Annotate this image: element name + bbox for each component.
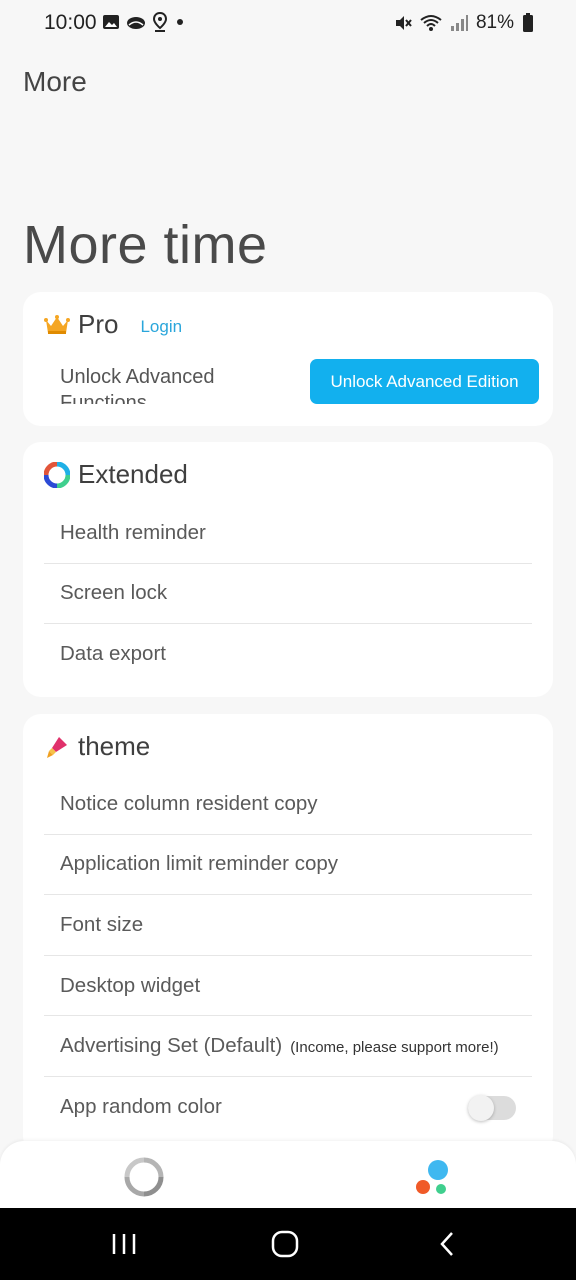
screen-lock-item[interactable]: Screen lock	[44, 564, 532, 625]
extended-card: Extended Health reminder Screen lock Dat…	[23, 442, 553, 697]
tab-stats[interactable]	[124, 1157, 164, 1197]
login-link[interactable]: Login	[140, 317, 182, 337]
theme-list: Notice column resident copy Application …	[44, 774, 532, 1138]
page-title: More	[23, 66, 87, 97]
recent-apps-icon[interactable]	[110, 1230, 138, 1258]
back-icon[interactable]	[434, 1230, 462, 1258]
advertising-set-label: Advertising Set (Default)	[60, 1034, 283, 1058]
donut-icon	[124, 1157, 164, 1197]
toggle-knob	[468, 1094, 494, 1121]
advertising-note: (Income, please support more!)	[290, 1038, 499, 1056]
pro-title: Pro	[78, 309, 119, 339]
health-reminder-item[interactable]: Health reminder	[44, 503, 532, 564]
battery-icon	[523, 13, 533, 32]
app-random-color-item: App random color	[44, 1077, 532, 1138]
dots-icon	[416, 1160, 448, 1194]
unlock-advanced-button[interactable]: Unlock Advanced Edition	[310, 359, 539, 404]
advertising-set-item[interactable]: Advertising Set (Default) (Income, pleas…	[44, 1016, 532, 1077]
font-size-item[interactable]: Font size	[44, 895, 532, 956]
theme-card: theme Notice column resident copy Applic…	[23, 714, 553, 1154]
app-limit-reminder-copy-item[interactable]: Application limit reminder copy	[44, 835, 532, 896]
extended-list: Health reminder Screen lock Data export	[44, 503, 532, 685]
crown-icon	[44, 312, 70, 338]
app-random-color-toggle[interactable]	[468, 1094, 516, 1121]
bottom-nav	[0, 1141, 576, 1208]
app-random-color-label: App random color	[60, 1095, 222, 1119]
cloud-icon	[127, 17, 145, 29]
system-nav-bar	[0, 1208, 576, 1280]
data-export-item[interactable]: Data export	[44, 624, 532, 685]
pro-card: Pro Login Unlock Advanced Functions Unlo…	[23, 292, 553, 426]
image-icon	[103, 15, 119, 29]
hero-title: More time	[23, 215, 268, 275]
location-icon	[152, 12, 168, 32]
dot-icon	[177, 19, 183, 25]
status-bar: 10:00 81%	[0, 0, 576, 48]
notice-column-copy-item[interactable]: Notice column resident copy	[44, 774, 532, 835]
mute-icon	[395, 16, 412, 30]
home-icon[interactable]	[271, 1230, 299, 1258]
theme-title: theme	[78, 731, 151, 761]
desktop-widget-item[interactable]: Desktop widget	[44, 956, 532, 1017]
ring-icon	[44, 461, 70, 488]
pro-description: Unlock Advanced Functions	[60, 366, 215, 404]
tab-more[interactable]	[414, 1159, 454, 1199]
status-time: 10:00	[44, 11, 97, 34]
signal-icon	[450, 15, 468, 31]
brush-icon	[44, 734, 70, 760]
extended-title: Extended	[78, 459, 188, 489]
battery-percent: 81%	[475, 12, 514, 33]
wifi-icon	[420, 15, 442, 31]
